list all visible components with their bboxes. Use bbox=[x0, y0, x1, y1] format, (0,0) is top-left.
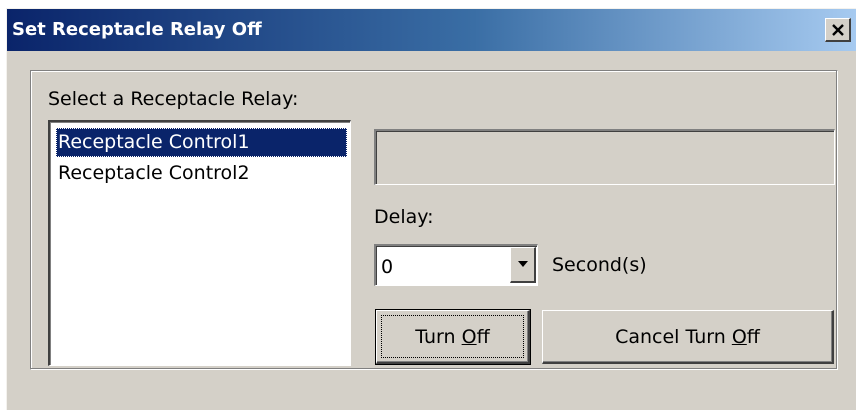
list-item-receptacle-control2[interactable]: Receptacle Control2 bbox=[56, 159, 347, 188]
close-button[interactable] bbox=[825, 18, 851, 42]
list-item-receptacle-control1[interactable]: Receptacle Control1 bbox=[56, 128, 347, 157]
close-icon bbox=[832, 24, 844, 36]
turn-off-label: Turn Off bbox=[415, 325, 490, 348]
cancel-turn-off-button[interactable]: Cancel Turn Off bbox=[542, 310, 834, 364]
relay-listbox[interactable]: Receptacle Control1 Receptacle Control2 bbox=[48, 120, 351, 366]
cancel-turn-off-label: Cancel Turn Off bbox=[615, 325, 760, 348]
turn-off-button[interactable]: Turn Off bbox=[375, 309, 531, 365]
delay-value: 0 bbox=[381, 256, 394, 278]
select-relay-label: Select a Receptacle Relay: bbox=[48, 88, 299, 110]
relay-status-field bbox=[374, 129, 835, 185]
title-bar[interactable]: Set Receptacle Relay Off bbox=[7, 9, 856, 51]
delay-dropdown-button[interactable] bbox=[510, 247, 536, 283]
delay-combobox[interactable]: 0 bbox=[374, 244, 538, 286]
chevron-down-icon bbox=[518, 261, 528, 267]
dialog-title: Set Receptacle Relay Off bbox=[12, 19, 262, 40]
delay-label: Delay: bbox=[374, 206, 434, 228]
seconds-unit-label: Second(s) bbox=[552, 254, 647, 276]
